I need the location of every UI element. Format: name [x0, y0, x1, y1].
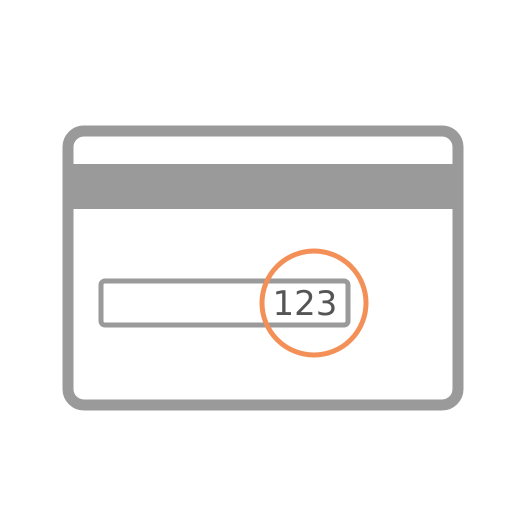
cvv-digits: 123	[273, 284, 338, 324]
credit-card-back-icon: 123	[62, 125, 464, 411]
magnetic-stripe	[68, 164, 458, 209]
card-illustration: 123	[0, 0, 525, 525]
